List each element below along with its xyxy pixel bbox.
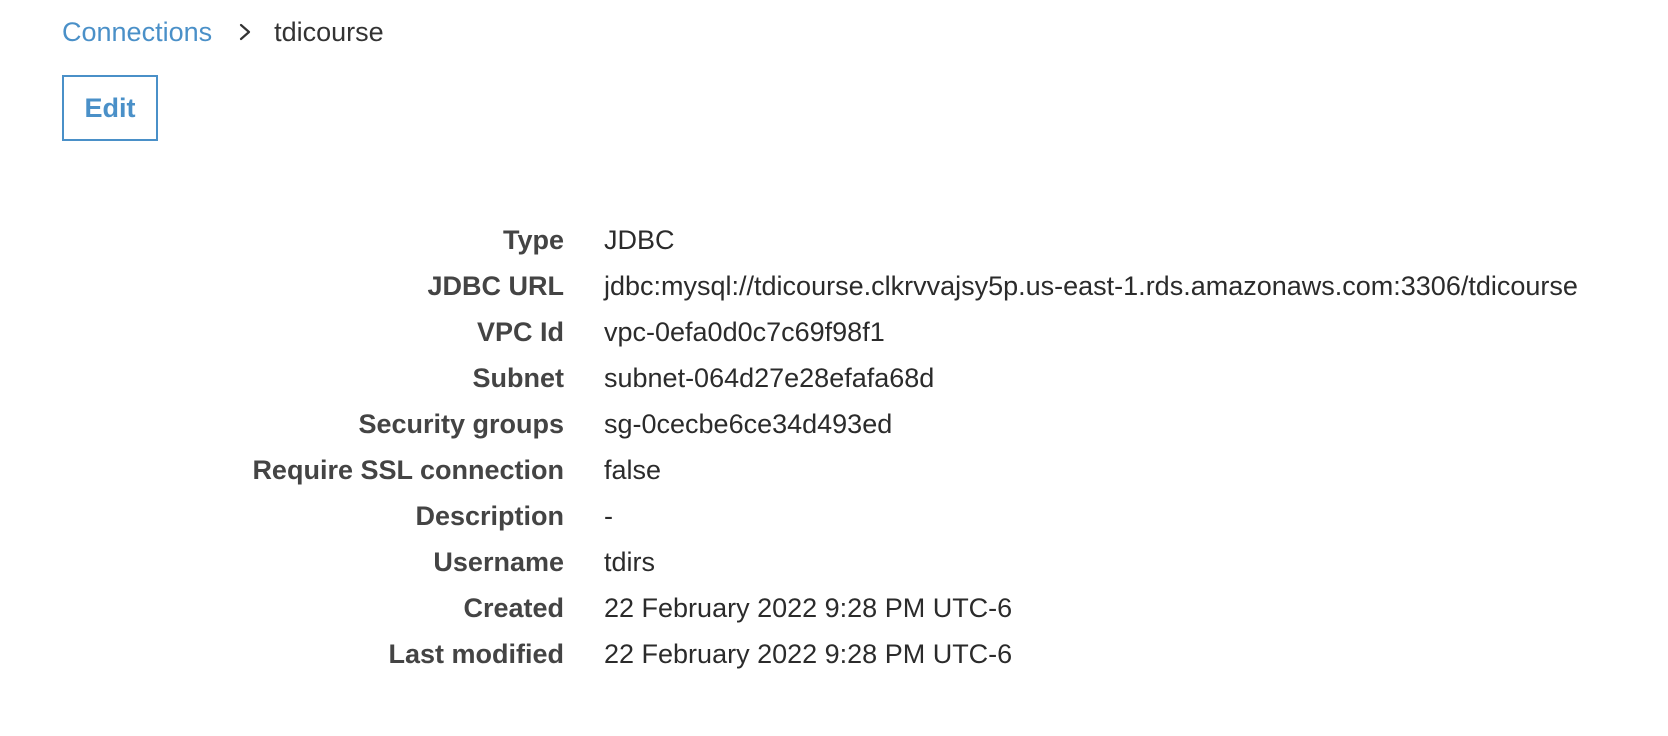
- detail-row-jdbc-url: JDBC URL jdbc:mysql://tdicourse.clkrvvaj…: [0, 263, 1668, 309]
- detail-row-description: Description -: [0, 493, 1668, 539]
- connection-details: Type JDBC JDBC URL jdbc:mysql://tdicours…: [0, 217, 1668, 677]
- detail-value: tdirs: [604, 546, 656, 577]
- detail-value: 22 February 2022 9:28 PM UTC-6: [604, 638, 1013, 669]
- detail-label: Type: [502, 224, 564, 255]
- detail-row-last-modified: Last modified 22 February 2022 9:28 PM U…: [0, 631, 1668, 677]
- detail-row-vpc-id: VPC Id vpc-0efa0d0c7c69f98f1: [0, 309, 1668, 355]
- detail-value: JDBC: [604, 224, 675, 255]
- detail-label: VPC Id: [476, 316, 564, 347]
- detail-row-security-groups: Security groups sg-0cecbe6ce34d493ed: [0, 401, 1668, 447]
- detail-label: Security groups: [358, 408, 564, 439]
- detail-value: subnet-064d27e28efafa68d: [604, 362, 935, 393]
- detail-value: sg-0cecbe6ce34d493ed: [604, 408, 893, 439]
- breadcrumb-connections-link[interactable]: Connections: [62, 17, 212, 48]
- detail-label: Description: [415, 500, 564, 531]
- detail-label: Created: [463, 592, 564, 623]
- detail-label: JDBC URL: [427, 270, 564, 301]
- detail-value: false: [604, 454, 662, 485]
- detail-row-type: Type JDBC: [0, 217, 1668, 263]
- detail-value: -: [604, 500, 613, 531]
- detail-value: 22 February 2022 9:28 PM UTC-6: [604, 592, 1013, 623]
- edit-button[interactable]: Edit: [62, 75, 158, 141]
- detail-label: Require SSL connection: [252, 454, 564, 485]
- detail-row-created: Created 22 February 2022 9:28 PM UTC-6: [0, 585, 1668, 631]
- detail-row-require-ssl: Require SSL connection false: [0, 447, 1668, 493]
- breadcrumb-current: tdicourse: [274, 16, 384, 47]
- breadcrumb: Connections tdicourse: [62, 14, 384, 50]
- detail-row-username: Username tdirs: [0, 539, 1668, 585]
- chevron-right-icon: [228, 22, 262, 42]
- detail-row-subnet: Subnet subnet-064d27e28efafa68d: [0, 355, 1668, 401]
- detail-label: Username: [433, 546, 564, 577]
- detail-value: jdbc:mysql://tdicourse.clkrvvajsy5p.us-e…: [604, 270, 1578, 301]
- detail-value: vpc-0efa0d0c7c69f98f1: [604, 316, 885, 347]
- detail-label: Subnet: [472, 362, 565, 393]
- detail-label: Last modified: [388, 638, 564, 669]
